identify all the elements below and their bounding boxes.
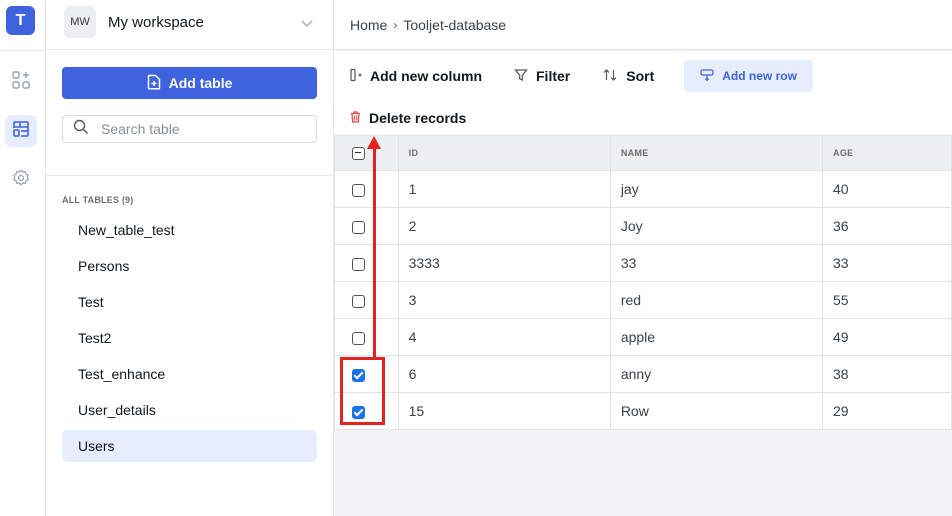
workspace-avatar: MW xyxy=(64,6,96,38)
records-table: ID NAME AGE 1 jay 40 2 Joy 36 3333 33 xyxy=(334,135,952,430)
table-row: 4 apple 49 xyxy=(335,319,952,356)
table-item-users[interactable]: Users xyxy=(62,430,317,462)
delete-records-label: Delete records xyxy=(369,110,466,126)
table-item-test-enhance[interactable]: Test_enhance xyxy=(62,358,317,390)
cell-name[interactable]: Row xyxy=(610,393,822,430)
cell-age[interactable]: 36 xyxy=(823,208,952,245)
workspace-name: My workspace xyxy=(108,14,204,31)
cell-id[interactable]: 6 xyxy=(398,356,610,393)
row-select-cell xyxy=(335,208,399,245)
chevron-down-icon xyxy=(300,16,314,35)
workspace-switcher[interactable]: MW My workspace xyxy=(46,0,333,50)
sort-label: Sort xyxy=(626,68,654,84)
breadcrumb-home[interactable]: Home xyxy=(350,17,387,33)
add-new-row-label: Add new row xyxy=(722,69,797,83)
app-logo[interactable]: T xyxy=(6,6,35,35)
table-row: 2 Joy 36 xyxy=(335,208,952,245)
cell-age[interactable]: 55 xyxy=(823,282,952,319)
sort-button[interactable]: Sort xyxy=(602,68,654,85)
table-row: 3 red 55 xyxy=(335,282,952,319)
table-item-new-table-test[interactable]: New_table_test xyxy=(62,214,317,246)
breadcrumb-separator: › xyxy=(393,18,397,32)
table-header-row: ID NAME AGE xyxy=(335,136,952,171)
cell-id[interactable]: 1 xyxy=(398,171,610,208)
column-header-age[interactable]: AGE xyxy=(823,136,952,171)
cell-age[interactable]: 49 xyxy=(823,319,952,356)
database-table-icon xyxy=(11,119,31,144)
cell-age[interactable]: 29 xyxy=(823,393,952,430)
search-table-field[interactable] xyxy=(62,115,317,143)
cell-name[interactable]: apple xyxy=(610,319,822,356)
annotation-arrow-line xyxy=(373,146,376,358)
cell-name[interactable]: red xyxy=(610,282,822,319)
table-item-test2[interactable]: Test2 xyxy=(62,322,317,354)
cell-id[interactable]: 2 xyxy=(398,208,610,245)
row-select-cell xyxy=(335,171,399,208)
table-toolbar: Add new column Filter Sort Add new row xyxy=(334,51,952,101)
table-row: 1 jay 40 xyxy=(335,171,952,208)
apps-add-icon xyxy=(11,70,31,95)
cell-name[interactable]: Joy xyxy=(610,208,822,245)
cell-id[interactable]: 3333 xyxy=(398,245,610,282)
annotation-arrow-head xyxy=(367,136,381,149)
trash-icon xyxy=(350,110,361,126)
row-checkbox[interactable] xyxy=(352,221,365,234)
breadcrumb-current: Tooljet-database xyxy=(403,17,506,33)
add-new-row-button[interactable]: Add new row xyxy=(684,60,813,92)
breadcrumb: Home › Tooljet-database xyxy=(334,0,952,50)
filter-button[interactable]: Filter xyxy=(514,68,570,85)
rail-item-settings[interactable] xyxy=(5,164,37,196)
row-select-cell xyxy=(335,282,399,319)
sort-icon xyxy=(602,68,618,85)
cell-name[interactable]: jay xyxy=(610,171,822,208)
add-column-icon xyxy=(350,68,362,85)
cell-name[interactable]: 33 xyxy=(610,245,822,282)
tables-sidebar: MW My workspace Add table ALL TABLES (9)… xyxy=(46,0,334,516)
search-table-input[interactable] xyxy=(101,121,301,137)
filter-icon xyxy=(514,68,528,85)
rail-item-apps[interactable] xyxy=(5,66,37,98)
cell-id[interactable]: 15 xyxy=(398,393,610,430)
add-table-button[interactable]: Add table xyxy=(62,67,317,99)
row-select-cell xyxy=(335,319,399,356)
annotation-highlight-box xyxy=(340,357,385,425)
rail-divider xyxy=(0,50,46,51)
file-plus-icon xyxy=(147,74,161,93)
table-row: 15 Row 29 xyxy=(335,393,952,430)
sidebar-divider xyxy=(46,175,333,176)
add-new-column-button[interactable]: Add new column xyxy=(350,68,482,85)
row-checkbox[interactable] xyxy=(352,258,365,271)
filter-label: Filter xyxy=(536,68,570,84)
table-item-test[interactable]: Test xyxy=(62,286,317,318)
delete-records-button[interactable]: Delete records xyxy=(334,101,952,135)
icon-rail: T xyxy=(0,0,46,516)
cell-age[interactable]: 40 xyxy=(823,171,952,208)
row-checkbox[interactable] xyxy=(352,184,365,197)
table-row: 6 anny 38 xyxy=(335,356,952,393)
column-header-id[interactable]: ID xyxy=(398,136,610,171)
rail-item-database[interactable] xyxy=(5,115,37,147)
all-tables-heading: ALL TABLES (9) xyxy=(62,195,133,205)
cell-id[interactable]: 4 xyxy=(398,319,610,356)
table-item-user-details[interactable]: User_details xyxy=(62,394,317,426)
table-list: New_table_test Persons Test Test2 Test_e… xyxy=(62,214,317,466)
table-row: 3333 33 33 xyxy=(335,245,952,282)
add-new-column-label: Add new column xyxy=(370,68,482,84)
select-all-checkbox[interactable] xyxy=(352,147,365,160)
cell-age[interactable]: 33 xyxy=(823,245,952,282)
main-panel: Home › Tooljet-database Add new column F… xyxy=(334,0,952,516)
cell-name[interactable]: anny xyxy=(610,356,822,393)
add-table-label: Add table xyxy=(169,75,233,91)
gear-icon xyxy=(11,168,31,193)
row-select-cell xyxy=(335,245,399,282)
cell-id[interactable]: 3 xyxy=(398,282,610,319)
row-checkbox[interactable] xyxy=(352,332,365,345)
cell-age[interactable]: 38 xyxy=(823,356,952,393)
column-header-name[interactable]: NAME xyxy=(610,136,822,171)
add-row-icon xyxy=(700,68,714,85)
table-item-persons[interactable]: Persons xyxy=(62,250,317,282)
row-checkbox[interactable] xyxy=(352,295,365,308)
search-icon xyxy=(73,119,89,140)
